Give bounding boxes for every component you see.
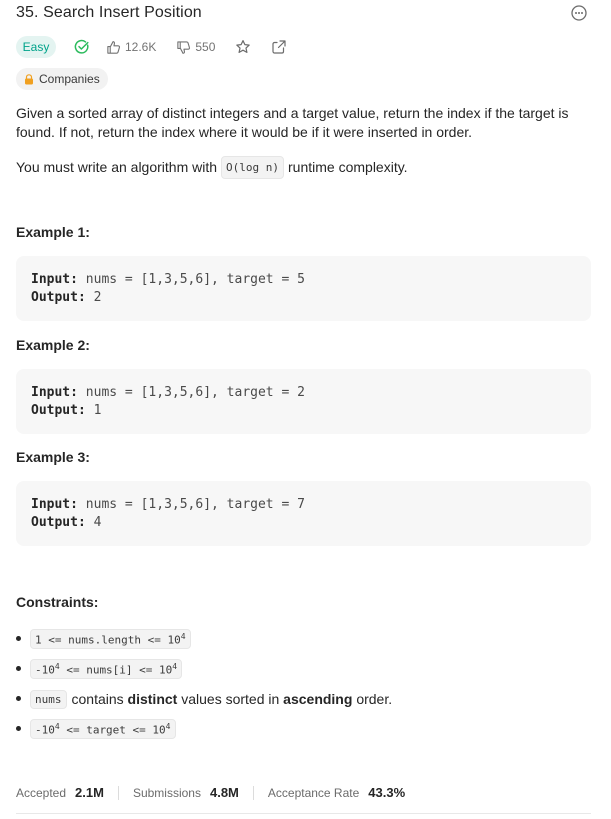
output-label: Output: (31, 290, 86, 305)
companies-label: Companies (39, 72, 100, 86)
problem-meta-row: Easy 12.6K 550 (16, 36, 287, 58)
acceptance-rate-stat: Acceptance Rate 43.3% (268, 785, 405, 800)
solved-check-icon (74, 39, 89, 54)
thumbs-up-icon (107, 40, 121, 54)
accepted-value: 2.1M (75, 785, 104, 800)
share-icon (272, 40, 286, 54)
accepted-stat: Accepted 2.1M (16, 785, 104, 800)
complexity-text-before: You must write an algorithm with (16, 159, 218, 175)
constraint-text: contains distinct values sorted in ascen… (71, 691, 393, 707)
example-output: 4 (93, 515, 102, 530)
dislike-count: 550 (195, 40, 216, 54)
constraints-title: Constraints: (16, 594, 99, 610)
stat-divider (117, 785, 119, 800)
example-1-box: Input: nums = [1,3,5,6], target = 5 Outp… (16, 256, 591, 321)
example-output: 2 (93, 290, 102, 305)
output-label: Output: (31, 515, 86, 530)
accepted-label: Accepted (16, 785, 67, 800)
example-2-title: Example 2: (16, 337, 90, 353)
example-3-box: Input: nums = [1,3,5,6], target = 7 Outp… (16, 481, 591, 546)
complexity-text-after: runtime complexity. (288, 159, 408, 175)
problem-title: 35. Search Insert Position (16, 4, 202, 21)
constraint-item: nums contains distinct values sorted in … (16, 684, 392, 714)
submissions-stat: Submissions 4.8M (133, 785, 239, 800)
more-options-button[interactable] (571, 5, 587, 21)
input-label: Input: (31, 497, 78, 512)
example-input: nums = [1,3,5,6], target = 5 (85, 272, 305, 287)
description-paragraph: Given a sorted array of distinct integer… (16, 105, 569, 140)
example-output: 1 (93, 403, 102, 418)
acceptance-rate-label: Acceptance Rate (267, 785, 360, 800)
stat-divider (252, 785, 254, 800)
input-label: Input: (31, 272, 78, 287)
constraint-code: 1 <= nums.length <= 104 (30, 628, 191, 650)
submissions-label: Submissions (132, 785, 201, 800)
share-button[interactable] (271, 39, 287, 55)
favorite-button[interactable] (235, 39, 251, 55)
more-icon (571, 5, 587, 21)
submissions-value: 4.8M (209, 785, 239, 800)
constraint-code: -104 <= target <= 104 (30, 718, 176, 740)
like-button[interactable]: 12.6K (106, 40, 156, 55)
constraint-item: -104 <= nums[i] <= 104 (16, 654, 392, 684)
thumbs-down-icon (177, 40, 191, 54)
constraint-item: 1 <= nums.length <= 104 (16, 624, 392, 654)
example-input: nums = [1,3,5,6], target = 7 (85, 497, 305, 512)
constraint-code: -104 <= nums[i] <= 104 (30, 658, 183, 680)
dislike-button[interactable]: 550 (176, 40, 215, 55)
example-2-box: Input: nums = [1,3,5,6], target = 2 Outp… (16, 369, 591, 434)
output-label: Output: (31, 403, 86, 418)
constraints-list: 1 <= nums.length <= 104 -104 <= nums[i] … (16, 624, 392, 744)
acceptance-rate-value: 43.3% (368, 785, 406, 800)
solved-status[interactable] (74, 39, 90, 55)
like-count: 12.6K (125, 40, 157, 54)
bottom-divider (16, 813, 591, 814)
complexity-paragraph: You must write an algorithm with O(log n)… (16, 156, 408, 179)
constraint-code: nums (30, 689, 67, 709)
example-3-title: Example 3: (16, 449, 90, 465)
example-1-title: Example 1: (16, 224, 90, 240)
companies-tag[interactable]: Companies (16, 68, 108, 90)
difficulty-badge[interactable]: Easy (16, 36, 56, 58)
example-input: nums = [1,3,5,6], target = 2 (85, 385, 305, 400)
star-icon (236, 40, 251, 53)
submission-stats: Accepted 2.1M Submissions 4.8M Acceptanc… (16, 785, 405, 800)
constraint-item: -104 <= target <= 104 (16, 714, 392, 744)
complexity-code: O(log n) (221, 156, 285, 179)
input-label: Input: (31, 385, 78, 400)
lock-icon (25, 73, 33, 84)
